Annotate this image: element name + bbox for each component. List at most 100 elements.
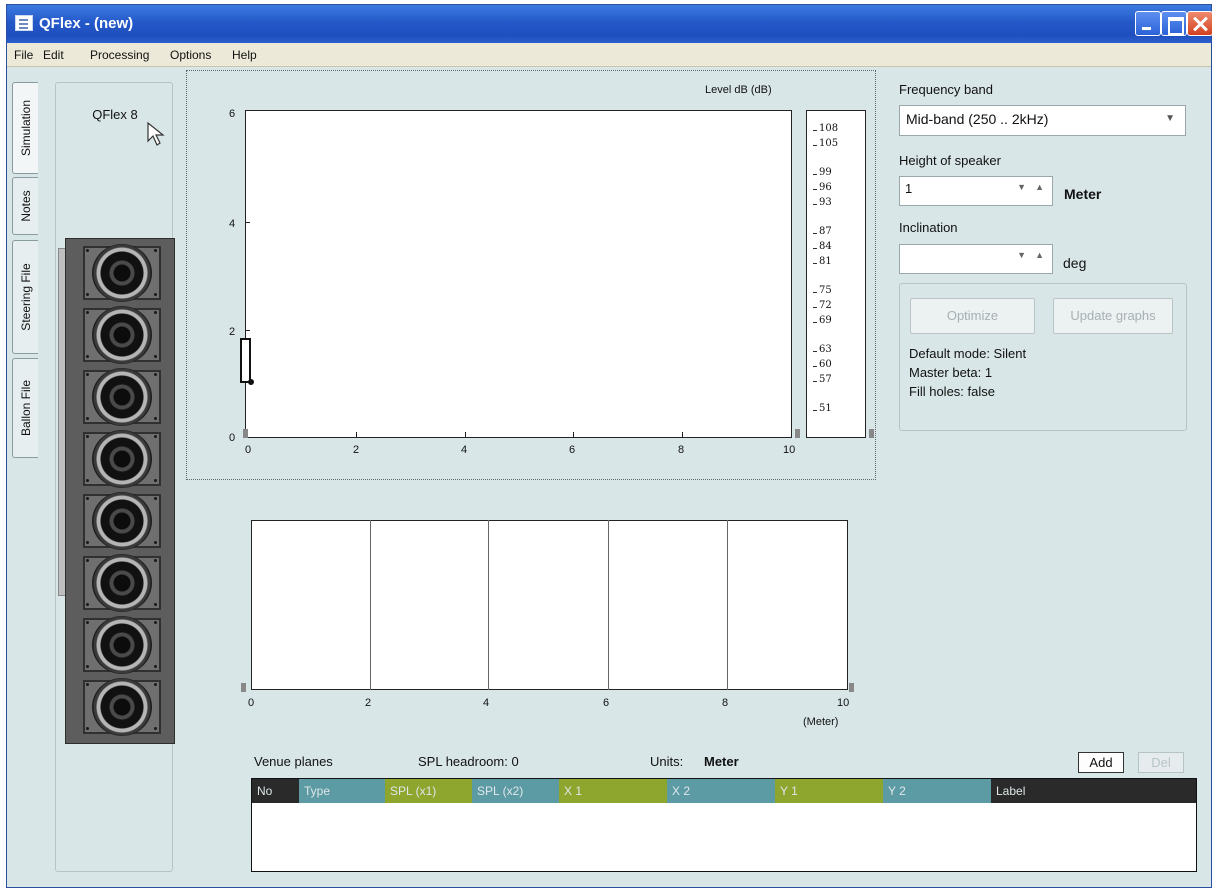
x-tick-label: 10 — [783, 444, 796, 456]
coverage-plot[interactable] — [245, 110, 792, 438]
x-tick-label: 2 — [353, 444, 360, 456]
column-header-x2[interactable]: X 2 — [667, 779, 775, 803]
column-header-type[interactable]: Type — [299, 779, 385, 803]
colorbar-tick-label: 87 — [819, 226, 832, 238]
x-tick-label: 6 — [603, 697, 610, 709]
menu-options[interactable]: Options — [170, 48, 211, 62]
spl-headroom-text: SPL headroom: 0 — [418, 754, 519, 769]
colorbar-tick-label: 63 — [819, 344, 832, 356]
driver-cone — [92, 492, 152, 550]
colorbar-tick — [813, 321, 817, 323]
spin-down-icon[interactable]: ▼ — [1017, 250, 1026, 260]
screw — [154, 727, 157, 730]
screw — [86, 541, 89, 544]
speaker-pivot-point[interactable] — [248, 379, 254, 385]
x-tick-label: 8 — [722, 697, 729, 709]
x-tick-label: 4 — [461, 444, 468, 456]
menu-processing[interactable]: Processing — [90, 48, 149, 62]
inclination-spinbox[interactable]: ▼ ▲ — [899, 244, 1053, 274]
minimize-button[interactable] — [1135, 11, 1161, 36]
venue-planes-title: Venue planes — [254, 754, 333, 769]
maximize-button[interactable] — [1161, 11, 1187, 36]
fill-holes-text: Fill holes: false — [909, 384, 995, 399]
grid-line — [727, 520, 728, 690]
menu-file[interactable]: File — [14, 48, 33, 62]
colorbar-tick-label: 99 — [819, 167, 832, 179]
tab-simulation[interactable]: Simulation — [12, 82, 38, 174]
close-button[interactable] — [1187, 11, 1213, 36]
colorbar-tick-label: 75 — [819, 285, 832, 297]
column-header-y2[interactable]: Y 2 — [883, 779, 991, 803]
grid-line — [488, 520, 489, 690]
grid-line — [608, 520, 609, 690]
speaker-position-marker[interactable] — [240, 338, 251, 383]
colorbar-tick — [813, 144, 817, 146]
tab-ballon-file[interactable]: Ballon File — [12, 358, 38, 458]
spin-up-icon[interactable]: ▲ — [1035, 182, 1044, 192]
colorbar-tick-label: 72 — [819, 300, 832, 312]
speaker-array — [65, 238, 175, 744]
default-mode-text: Default mode: Silent — [909, 346, 1027, 361]
column-header-label[interactable]: Label — [991, 779, 1196, 803]
screw — [86, 417, 89, 420]
screw — [86, 727, 89, 730]
colorbar-tick-label: 96 — [819, 182, 832, 194]
inclination-unit: deg — [1063, 255, 1087, 271]
colorbar-tick — [813, 233, 817, 235]
column-header-spl-x1[interactable]: SPL (x1) — [385, 779, 472, 803]
column-header-y1[interactable]: Y 1 — [775, 779, 883, 803]
column-header-x1[interactable]: X 1 — [559, 779, 667, 803]
screw — [154, 665, 157, 668]
screw — [86, 497, 89, 500]
menu-help[interactable]: Help — [232, 48, 257, 62]
units-label: Units: — [650, 754, 684, 769]
grid-line — [370, 520, 371, 690]
column-header-spl-x2[interactable]: SPL (x2) — [472, 779, 559, 803]
frequency-band-label: Frequency band — [899, 82, 993, 97]
colorbar-handle[interactable] — [869, 429, 874, 438]
screw — [86, 249, 89, 252]
update-graphs-button[interactable]: Update graphs — [1053, 298, 1173, 334]
level-colorbar — [806, 110, 866, 438]
screw — [154, 249, 157, 252]
colorbar-tick — [813, 292, 817, 294]
y-tick-label: 6 — [229, 108, 236, 120]
delete-plane-button[interactable]: Del — [1138, 752, 1184, 773]
venue-planes-table[interactable]: No Type SPL (x1) SPL (x2) X 1 X 2 Y 1 Y … — [251, 778, 1197, 872]
screw — [86, 559, 89, 562]
inclination-label: Inclination — [899, 220, 958, 235]
height-value: 1 — [905, 181, 913, 196]
venue-profile-plot[interactable] — [251, 520, 848, 690]
colorbar-tick-label: 105 — [819, 137, 839, 149]
colorbar-tick — [813, 130, 817, 131]
profile-handle-right[interactable] — [849, 683, 854, 692]
plot-handle-left[interactable] — [243, 429, 248, 438]
column-header-no[interactable]: No — [252, 779, 299, 803]
menu-edit[interactable]: Edit — [43, 48, 64, 62]
plot-handle-right[interactable] — [795, 429, 800, 438]
speaker-driver — [80, 305, 164, 365]
screw — [154, 479, 157, 482]
frequency-band-select[interactable]: Mid-band (250 .. 2kHz) ▼ — [899, 105, 1186, 136]
spin-down-icon[interactable]: ▼ — [1017, 182, 1026, 192]
x-tick-mark — [465, 432, 466, 437]
screw — [86, 435, 89, 438]
optimize-button[interactable]: Optimize — [910, 298, 1035, 334]
screw — [154, 417, 157, 420]
driver-cone — [92, 430, 152, 488]
colorbar-tick — [813, 366, 817, 368]
y-tick-label: 2 — [229, 326, 236, 338]
height-label: Height of speaker — [899, 153, 1001, 168]
tab-steering-file[interactable]: Steering File — [12, 240, 38, 354]
screw — [86, 603, 89, 606]
colorbar-tick-label: 81 — [819, 255, 832, 267]
y-tick-mark — [245, 222, 250, 223]
add-plane-button[interactable]: Add — [1078, 752, 1124, 773]
height-spinbox[interactable]: 1 ▼ ▲ — [899, 176, 1053, 206]
spin-up-icon[interactable]: ▲ — [1035, 250, 1044, 260]
speaker-driver — [80, 491, 164, 551]
y-tick-mark — [245, 330, 250, 331]
tab-notes[interactable]: Notes — [12, 177, 38, 235]
profile-handle-left[interactable] — [241, 683, 246, 692]
colorbar-tick — [813, 410, 817, 412]
